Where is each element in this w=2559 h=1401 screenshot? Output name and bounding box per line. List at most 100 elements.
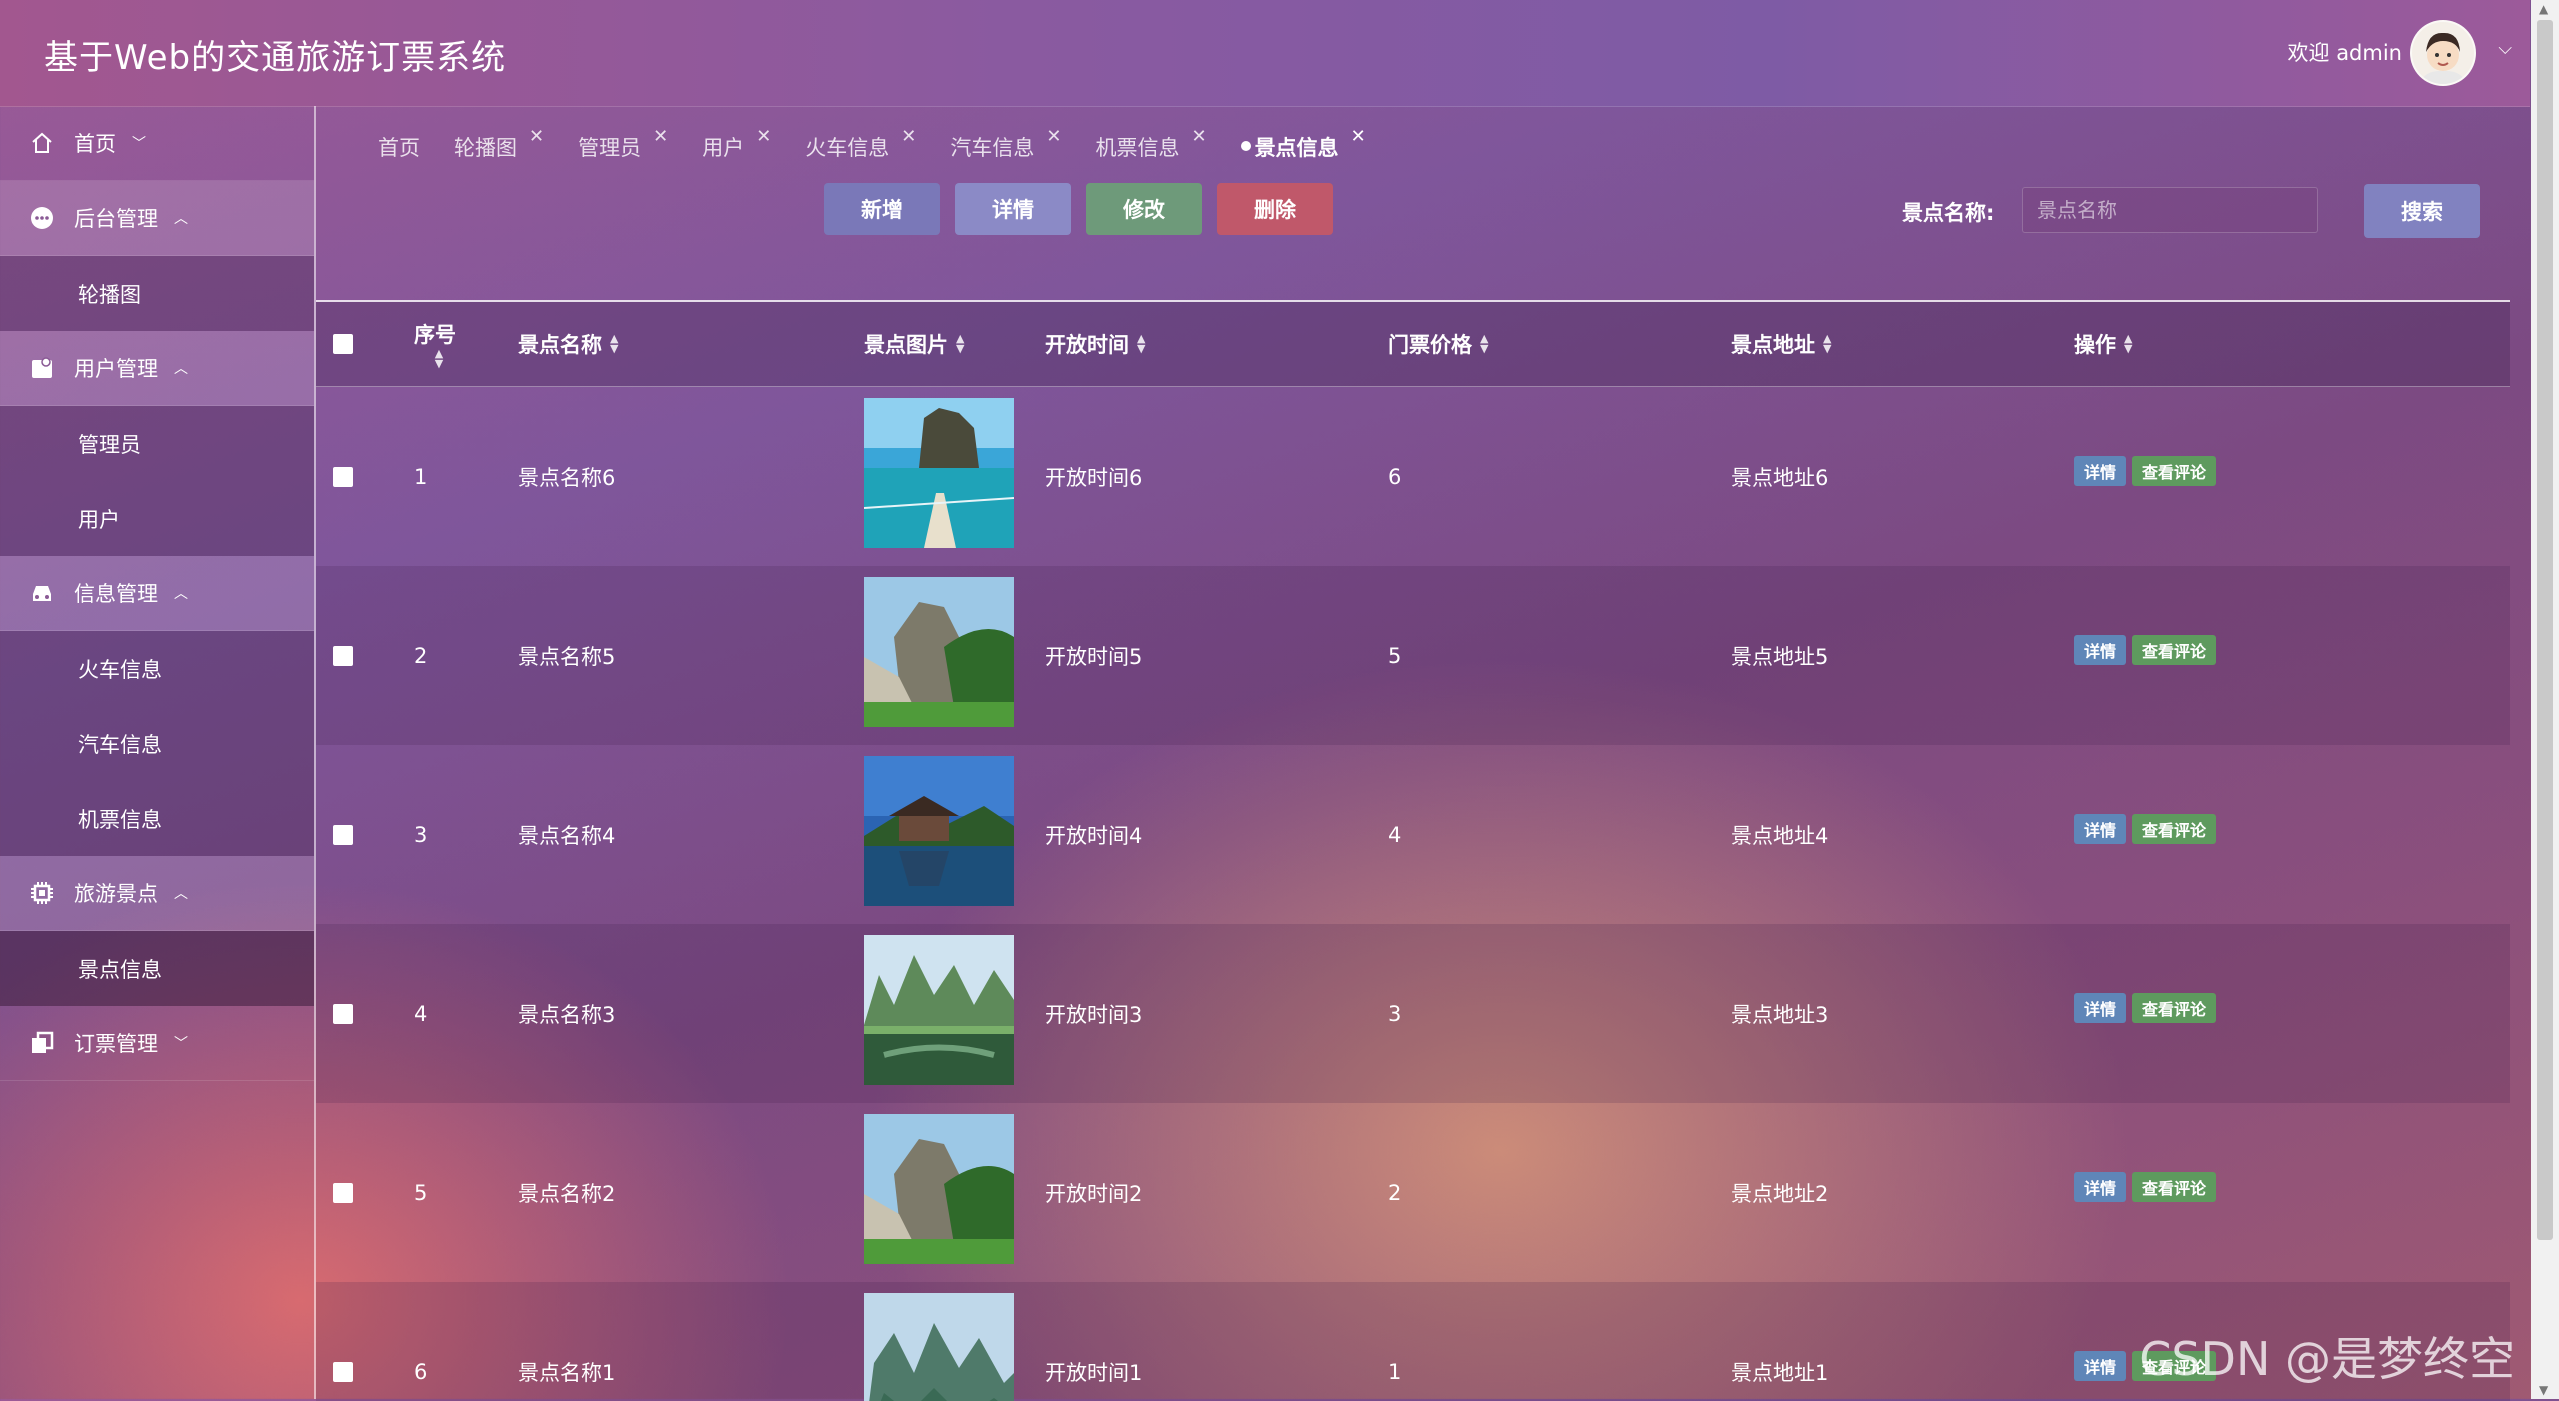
- menu-user-management[interactable]: 用户管理 ︿: [0, 331, 314, 406]
- select-all-checkbox[interactable]: [333, 302, 353, 386]
- detail-button[interactable]: 详情: [955, 183, 1071, 235]
- tab-carousel[interactable]: 轮播图 ✕: [454, 126, 544, 172]
- row-checkbox[interactable]: [333, 566, 353, 745]
- row-view-comments-button[interactable]: 查看评论: [2132, 455, 2217, 486]
- row-view-comments-button[interactable]: 查看评论: [2132, 634, 2217, 665]
- delete-button[interactable]: 删除: [1217, 183, 1333, 235]
- sidebar-item-users[interactable]: 用户: [0, 481, 314, 556]
- cell-open-time: 开放时间4: [1045, 823, 1143, 848]
- scroll-down-icon[interactable]: ▼: [2539, 1383, 2548, 1397]
- tab-bus-info[interactable]: 汽车信息 ✕: [950, 126, 1061, 172]
- cell-address: 景点地址4: [1731, 823, 1829, 848]
- cell-index: 5: [414, 1180, 428, 1205]
- menu-tourist-spots[interactable]: 旅游景点 ︿: [0, 856, 314, 931]
- active-dot-icon: [1240, 141, 1251, 151]
- header-address[interactable]: 景点地址 ▲ ▼: [1731, 302, 1831, 386]
- avatar[interactable]: [2410, 20, 2476, 86]
- user-dropdown-chevron-icon[interactable]: ⌵: [2498, 38, 2512, 59]
- row-detail-button[interactable]: 详情: [2074, 634, 2127, 665]
- cell-actions: 详情 查看评论: [2074, 560, 2222, 739]
- row-view-comments-button[interactable]: 查看评论: [2132, 813, 2217, 844]
- copy-icon: [28, 1029, 56, 1057]
- tab-train-info[interactable]: 火车信息 ✕: [805, 126, 916, 172]
- row-view-comments-button[interactable]: 查看评论: [2132, 992, 2217, 1023]
- row-detail-button[interactable]: 详情: [2074, 1350, 2127, 1381]
- row-detail-button[interactable]: 详情: [2074, 455, 2127, 486]
- cell-address: 景点地址6: [1731, 465, 1829, 490]
- table-row: 2 景点名称5 开放时间5 5 景点地址5 详情 查看评论: [316, 566, 2510, 745]
- sidebar-item-flight-info[interactable]: 机票信息: [0, 781, 314, 856]
- tab-users[interactable]: 用户 ✕: [702, 126, 771, 172]
- close-icon[interactable]: ✕: [901, 126, 916, 147]
- close-icon[interactable]: ✕: [1191, 126, 1206, 147]
- header-image[interactable]: 景点图片 ▲ ▼: [864, 302, 964, 386]
- menu-backend[interactable]: 后台管理 ︿: [0, 181, 314, 256]
- header-actions[interactable]: 操作 ▲ ▼: [2074, 302, 2132, 386]
- search-input[interactable]: [2022, 187, 2318, 233]
- close-icon[interactable]: ✕: [529, 126, 544, 147]
- menu-home[interactable]: 首页 ﹀: [0, 106, 314, 181]
- row-detail-button[interactable]: 详情: [2074, 1171, 2127, 1202]
- sidebar-item-spot-info[interactable]: 景点信息: [0, 931, 314, 1006]
- search-button[interactable]: 搜索: [2364, 184, 2480, 238]
- cell-name: 景点名称4: [518, 823, 616, 848]
- tab-flight-info[interactable]: 机票信息 ✕: [1095, 126, 1206, 172]
- scenic-photo-image: [864, 1293, 1014, 1401]
- row-checkbox[interactable]: [333, 924, 353, 1103]
- tab-bar: 首页 轮播图 ✕ 管理员 ✕ 用户 ✕ 火车信息 ✕ 汽车信息 ✕ 机票信息 ✕ 景点信息 ✕: [378, 126, 1400, 172]
- watermark: CSDN @是梦终空: [2139, 1332, 2515, 1386]
- sidebar-item-bus-info[interactable]: 汽车信息: [0, 706, 314, 781]
- menu-info-management[interactable]: 信息管理 ︿: [0, 556, 314, 631]
- sidebar-item-train-info[interactable]: 火车信息: [0, 631, 314, 706]
- row-view-comments-button[interactable]: 查看评论: [2132, 1171, 2217, 1202]
- sidebar-item-admins[interactable]: 管理员: [0, 406, 314, 481]
- add-button[interactable]: 新增: [824, 183, 940, 235]
- header-label: 景点地址: [1731, 333, 1815, 357]
- edit-button[interactable]: 修改: [1086, 183, 1202, 235]
- tab-label: 管理员: [578, 136, 642, 160]
- scenic-photo-image: [864, 398, 1014, 548]
- scenic-photo-image: [864, 577, 1014, 727]
- scroll-thumb[interactable]: [2537, 20, 2553, 1240]
- row-detail-button[interactable]: 详情: [2074, 813, 2127, 844]
- header-open-time[interactable]: 开放时间 ▲ ▼: [1045, 302, 1145, 386]
- close-icon[interactable]: ✕: [756, 126, 771, 147]
- header-price[interactable]: 门票价格 ▲ ▼: [1388, 302, 1488, 386]
- scroll-up-icon[interactable]: ▲: [2539, 2, 2548, 16]
- sort-icon: ▲ ▼: [956, 332, 965, 355]
- table-header: 序号 ▲ ▼ 景点名称 ▲ ▼ 景点图片 ▲ ▼ 开放时间 ▲ ▼ 门票价格 ▲ ▼ 景点地址 ▲ ▼…: [316, 302, 2510, 387]
- tab-admins[interactable]: 管理员 ✕: [578, 126, 668, 172]
- close-icon[interactable]: ✕: [653, 126, 668, 147]
- scenic-photo-image: [864, 756, 1014, 906]
- row-checkbox[interactable]: [333, 1103, 353, 1282]
- tab-home[interactable]: 首页: [378, 132, 420, 172]
- cell-open-time: 开放时间2: [1045, 1181, 1143, 1206]
- spot-table: 序号 ▲ ▼ 景点名称 ▲ ▼ 景点图片 ▲ ▼ 开放时间 ▲ ▼ 门票价格 ▲ ▼ 景点地址 ▲ ▼…: [316, 300, 2510, 1401]
- sort-icon: ▲ ▼: [1137, 332, 1146, 355]
- row-checkbox[interactable]: [333, 1282, 353, 1401]
- row-detail-button[interactable]: 详情: [2074, 992, 2127, 1023]
- sort-icon: ▲ ▼: [2124, 332, 2133, 355]
- row-checkbox[interactable]: [333, 387, 353, 566]
- cell-name: 景点名称2: [518, 1181, 616, 1206]
- header-index[interactable]: 序号 ▲ ▼: [414, 302, 456, 386]
- cell-actions: 详情 查看评论: [2074, 381, 2222, 560]
- page-scrollbar[interactable]: ▲ ▼: [2531, 0, 2559, 1399]
- sidebar-item-carousel[interactable]: 轮播图: [0, 256, 314, 331]
- top-header: 基于Web的交通旅游订票系统 欢迎 admin ⌵: [0, 0, 2530, 107]
- search-label: 景点名称:: [1902, 201, 1995, 225]
- cell-actions: 详情 查看评论: [2074, 1097, 2222, 1276]
- menu-ticket-management[interactable]: 订票管理 ﹀: [0, 1006, 314, 1081]
- row-checkbox[interactable]: [333, 745, 353, 924]
- close-icon[interactable]: ✕: [1046, 126, 1061, 147]
- header-name[interactable]: 景点名称 ▲ ▼: [518, 302, 618, 386]
- header-label: 开放时间: [1045, 333, 1129, 357]
- header-label: 序号: [414, 323, 456, 347]
- cell-index: 3: [414, 822, 428, 847]
- tab-label: 首页: [378, 136, 420, 160]
- menu-tourist-spots-label: 旅游景点: [74, 882, 158, 906]
- sort-icon: ▲ ▼: [1480, 332, 1489, 355]
- close-icon[interactable]: ✕: [1351, 126, 1366, 147]
- tab-spot-info[interactable]: 景点信息 ✕: [1240, 126, 1366, 172]
- table-row: 1 景点名称6 开放时间6 6 景点地址6 详情 查看评论: [316, 387, 2510, 566]
